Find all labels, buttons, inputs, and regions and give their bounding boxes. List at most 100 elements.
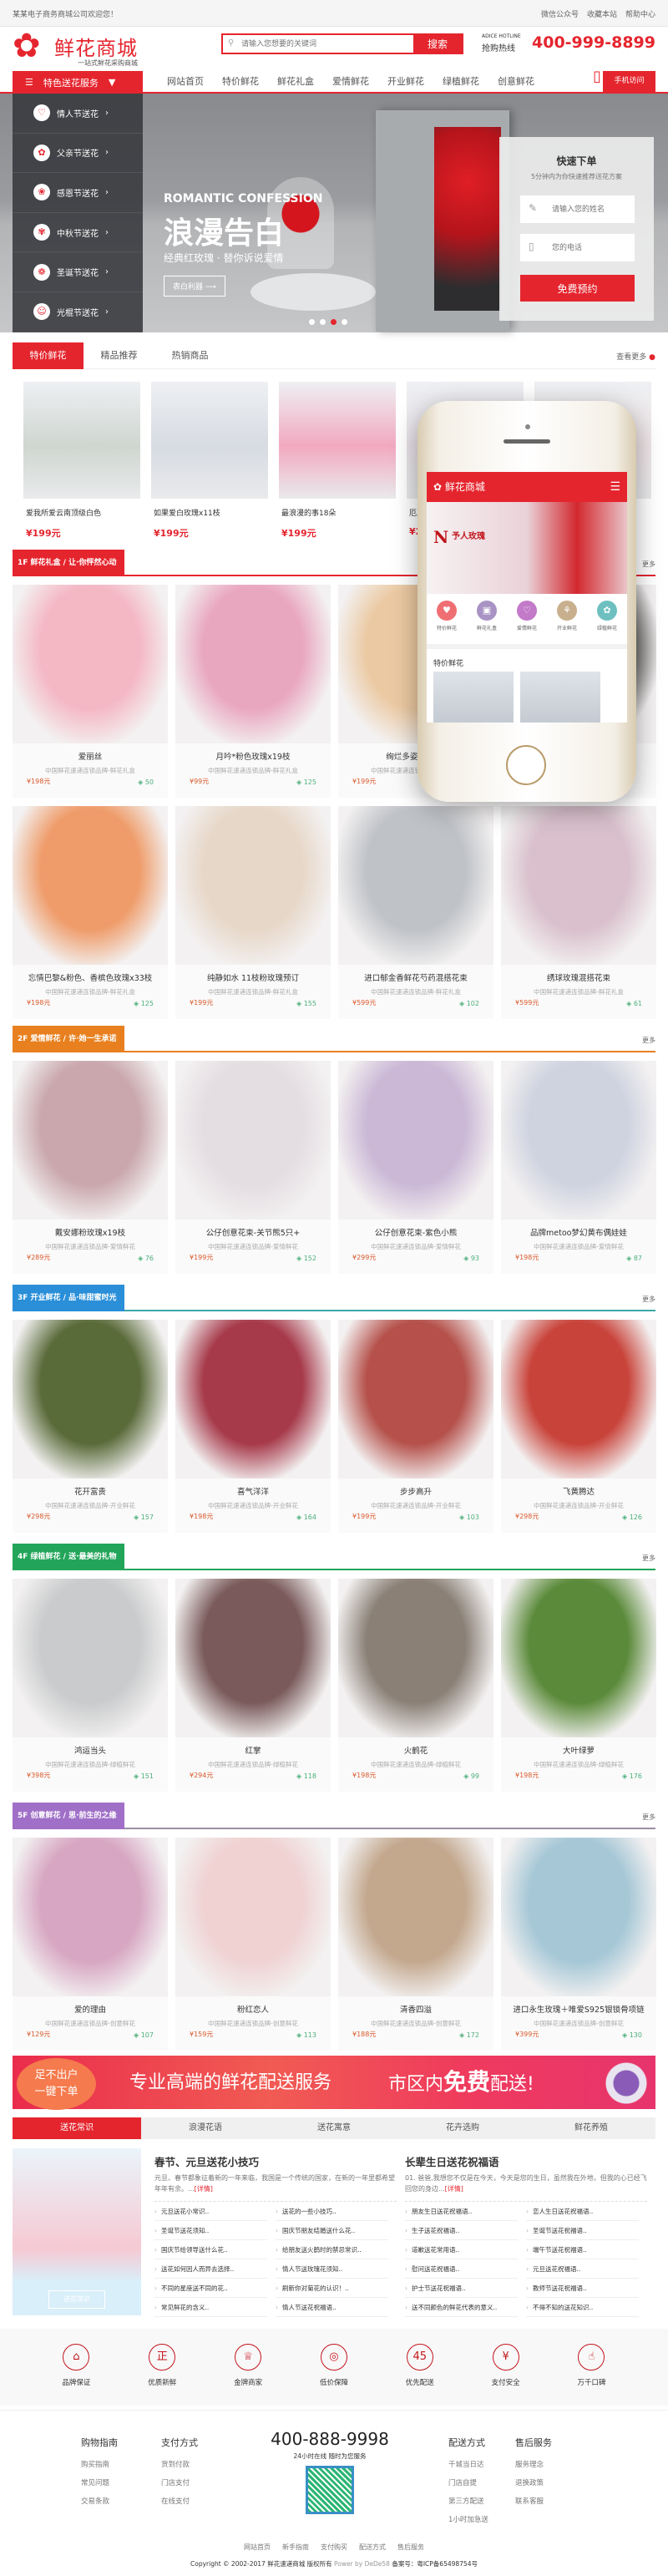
article-link[interactable]: 情人节送花祝福语.. [276,2298,388,2317]
banner-cta-button[interactable]: 表白利器 ⟶ [164,276,225,297]
search-input[interactable] [223,35,413,53]
help-link[interactable]: 帮助中心 [625,8,655,19]
footer-link[interactable]: 门店自提 [448,2477,488,2487]
carousel-dot[interactable] [331,319,337,325]
sidebar-item[interactable]: ✿ 父亲节送花 › [13,134,143,174]
article-link[interactable]: 国庆节朋友结婚送什么花.. [276,2221,388,2240]
floor-more-link[interactable]: 更多 [642,1036,655,1045]
nav-link[interactable]: 创意鲜花 [498,71,553,94]
promo-banner[interactable]: 足不出户 一键下单 专业高端的鲜花配送服务 市区内免费配送! [13,2056,655,2110]
product-card[interactable]: 飞黄腾达 中国鲜花速递连锁品牌-开业鲜花 ¥298元 ◈ 126 [501,1320,656,1533]
product-card[interactable]: 进口永生玫瑰＋唯爱S925银锁骨项链 中国鲜花速递连锁品牌-创意鲜花 ¥399元 ◈ … [501,1838,656,2051]
footer-link[interactable]: 服务理念 [515,2459,552,2469]
footer-link[interactable]: 交易条款 [81,2496,118,2506]
article-detail-link[interactable]: [详情] [445,2185,463,2193]
article-tab[interactable]: 送花常识 [13,2117,141,2139]
free-booking-button[interactable]: 免费预约 [520,275,635,302]
product-card[interactable]: 爱我所爱云南顶级白色 ¥199元 [23,382,140,540]
floor-more-link[interactable]: 更多 [642,1295,655,1304]
carousel-dot[interactable] [342,319,347,325]
footer-link[interactable]: 千城当日达 [448,2459,488,2469]
article-link[interactable]: 刷新你对菊花的认识！.. [276,2279,388,2298]
phone-input[interactable] [520,234,635,261]
mobile-access-button[interactable]: 手机访问 [603,71,655,92]
article-link[interactable]: 端午节送花祝福语.. [526,2240,639,2259]
footer-link[interactable]: 购买指南 [81,2459,118,2469]
mobile-category[interactable]: ♡ 爱情鲜花 [516,601,537,644]
article-link[interactable]: 情人节送玫瑰花须知.. [276,2259,388,2279]
floor-more-link[interactable]: 更多 [642,1554,655,1563]
product-card[interactable]: 步步高升 中国鲜花速递连锁品牌-开业鲜花 ¥199元 ◈ 103 [338,1320,493,1533]
product-card[interactable]: 大叶绿萝 中国鲜花速递连锁品牌-绿植鲜花 ¥198元 ◈ 176 [501,1579,656,1792]
tab-hot[interactable]: 热销商品 [154,342,225,369]
product-card[interactable]: 最浪漫的事18朵 ¥199元 [279,382,396,540]
nav-link[interactable]: 特价鲜花 [222,71,277,94]
article-link[interactable]: 慰问送花祝福语.. [405,2259,518,2279]
sidebar-item[interactable]: ♡ 情人节送花 › [13,94,143,134]
article-link[interactable]: 送花如何因人而异去选择.. [154,2259,267,2279]
carousel-dot[interactable] [309,319,315,325]
product-card[interactable]: 公仔创意花束-关节熊5只+ 中国鲜花速递连锁品牌-爱情鲜花 ¥199元 ◈ 152 [175,1061,331,1274]
powered-by[interactable]: Power by DeDe58 [334,2560,390,2568]
product-card[interactable]: 清香四溢 中国鲜花速递连锁品牌-创意鲜花 ¥188元 ◈ 172 [338,1838,493,2051]
article-link[interactable]: 护士节送花祝福语.. [405,2279,518,2298]
footer-bottom-link[interactable]: 新手指南 [282,2543,309,2551]
article-tab[interactable]: 花卉选购 [398,2117,527,2139]
article-tab[interactable]: 浪漫花语 [141,2117,270,2139]
product-card[interactable]: 忘情巴黎&粉色、香槟色玫瑰x33枝 中国鲜花速递连锁品牌-鲜花礼盒 ¥198元 ◈ 1… [13,806,168,1019]
mobile-category[interactable]: ♥ 特价鲜花 [436,601,457,644]
article-detail-link[interactable]: [详情] [195,2185,213,2193]
search-button[interactable]: 搜索 [413,35,462,53]
article-image-button[interactable]: 送花常识 [48,2290,105,2309]
article-link[interactable]: 国庆节给领导送什么花.. [154,2240,267,2259]
tab-recommended[interactable]: 精品推荐 [84,342,154,369]
article-link[interactable]: 恋人生日送花祝福语.. [526,2202,639,2221]
product-card[interactable]: 如果爱白玫瑰x11枝 ¥199元 [151,382,268,540]
article-tab[interactable]: 送花寓意 [270,2117,398,2139]
article-link[interactable]: 元旦送花小常识.. [154,2202,267,2221]
carousel-dot[interactable] [320,319,326,325]
product-card[interactable]: 红掌 中国鲜花速递连锁品牌-绿植鲜花 ¥294元 ◈ 118 [175,1579,331,1792]
mobile-product[interactable]: 爱我所爱云南顶级白色¥199 [433,672,514,723]
footer-bottom-link[interactable]: 配送方式 [359,2543,386,2551]
footer-link[interactable]: 在线支付 [161,2496,198,2506]
product-card[interactable]: 粉红恋人 中国鲜花速递连锁品牌-创意鲜花 ¥159元 ◈ 113 [175,1838,331,2051]
mobile-category[interactable]: ▣ 鲜花礼盒 [476,601,497,644]
footer-link[interactable]: 第三方配送 [448,2496,488,2506]
sidebar-item[interactable]: ☺ 光棍节送花 › [13,292,143,332]
sidebar-item[interactable]: ❁ 圣诞节送花 › [13,252,143,292]
name-input[interactable] [520,195,635,223]
article-link[interactable]: 常见鲜花的含义.. [154,2298,267,2317]
product-card[interactable]: 火鹤花 中国鲜花速递连锁品牌-绿植鲜花 ¥198元 ◈ 99 [338,1579,493,1792]
sidebar-item[interactable]: ❀ 感恩节送花 › [13,173,143,213]
product-card[interactable]: 月吟*粉色玫瑰x19枝 中国鲜花速递连锁品牌-鲜花礼盒 ¥99元 ◈ 125 [175,585,331,798]
sidebar-item[interactable]: ✾ 中秋节送花 › [13,213,143,253]
footer-link[interactable]: 1小时加急送 [448,2514,488,2524]
article-link[interactable]: 元旦送花祝福语.. [526,2259,639,2279]
article-link[interactable]: 朋友生日送花祝福语.. [405,2202,518,2221]
logo[interactable]: ✿ 鲜花商城 一站式鲜花采购商城 [13,27,146,77]
article-headline[interactable]: 长辈生日送花祝福语 [405,2153,647,2169]
view-more-link[interactable]: 查看更多 ● [616,351,655,362]
product-card[interactable]: 爱的理由 中国鲜花速递连锁品牌-创意鲜花 ¥129元 ◈ 107 [13,1838,168,2051]
article-headline[interactable]: 春节、元旦送花小技巧 [154,2153,397,2169]
category-menu-button[interactable]: ☰ 特色送花服务 ▼ [13,71,143,94]
tab-special[interactable]: 特价鲜花 [13,342,84,369]
product-card[interactable]: 戴安娜粉玫瑰x19枝 中国鲜花速递连锁品牌-爱情鲜花 ¥289元 ◈ 76 [13,1061,168,1274]
nav-link[interactable]: 网站首页 [167,71,222,94]
article-link[interactable]: 道歉送花常用语.. [405,2240,518,2259]
footer-link[interactable]: 退换政策 [515,2477,552,2487]
mobile-category[interactable]: ⚘ 开业鲜花 [556,601,577,644]
footer-link[interactable]: 门店支付 [161,2477,198,2487]
article-link[interactable]: 教师节送花祝福语.. [526,2279,639,2298]
floor-more-link[interactable]: 更多 [642,560,655,569]
article-link[interactable]: 送不同颜色的鲜花代表的意义.. [405,2298,518,2317]
footer-bottom-link[interactable]: 网站首页 [244,2543,271,2551]
nav-link[interactable]: 鲜花礼盒 [277,71,332,94]
nav-link[interactable]: 开业鲜花 [387,71,443,94]
article-link[interactable]: 不得不知的送花知识.. [526,2298,639,2317]
product-card[interactable]: 爱丽丝 中国鲜花速递连锁品牌-鲜花礼盒 ¥198元 ◈ 50 [13,585,168,798]
article-link[interactable]: 不同的星座送不同的花.. [154,2279,267,2298]
favorite-link[interactable]: 收藏本站 [587,8,617,19]
article-link[interactable]: 生子送花祝福语.. [405,2221,518,2240]
